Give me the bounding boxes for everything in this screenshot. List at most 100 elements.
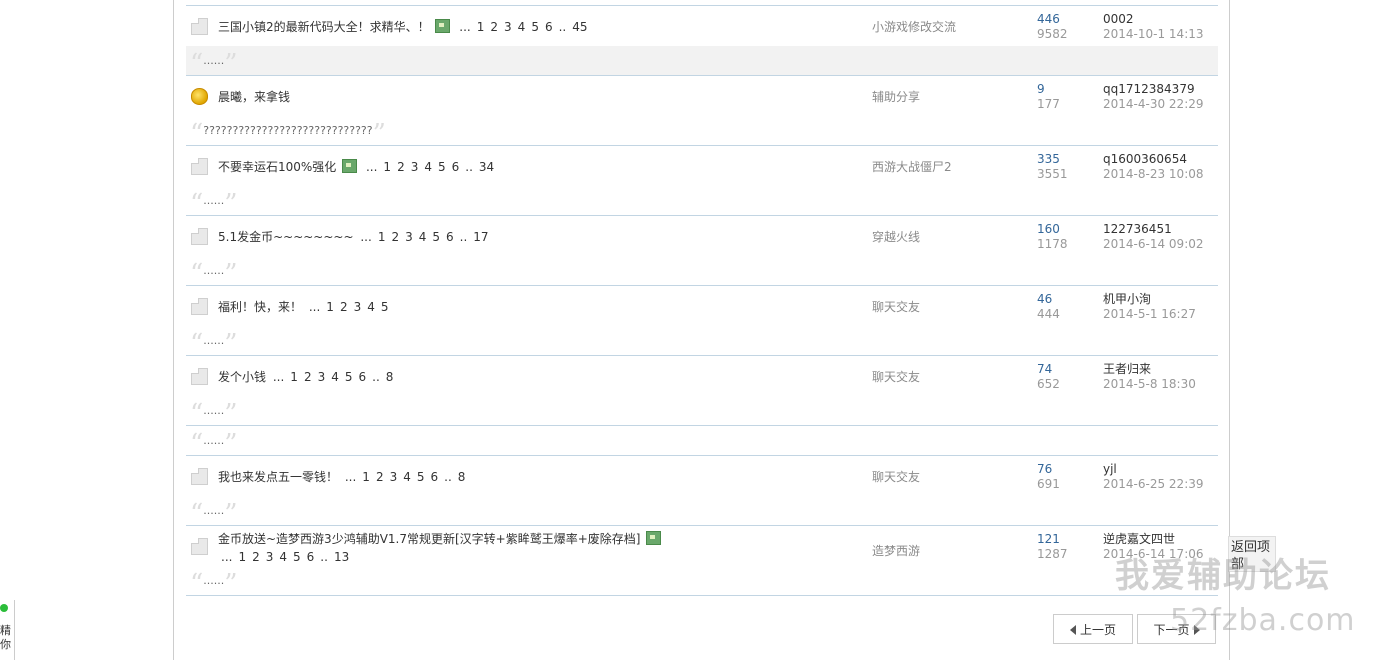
last-post-user[interactable]: 逆虎嘉文四世 xyxy=(1103,532,1204,547)
thread-pages: ... 1 2 3 4 5 6.. 13 xyxy=(218,550,352,564)
forum-link[interactable]: 聊天交友 xyxy=(872,368,920,385)
page-ellipsis: .. xyxy=(558,20,567,34)
thread-title-cell: 福利！快，来！ ... 1 2 3 4 5 xyxy=(218,298,698,316)
thread-title-link[interactable]: 5.1发金币~~~~~~~~ xyxy=(218,230,354,244)
page-link[interactable]: 5 xyxy=(293,550,301,564)
page-link[interactable]: 4 xyxy=(279,550,287,564)
forum-link[interactable]: 聊天交友 xyxy=(872,298,920,315)
page-link[interactable]: 2 xyxy=(252,550,260,564)
page-link[interactable]: 5 xyxy=(345,370,353,384)
page-link[interactable]: 8 xyxy=(458,470,466,484)
page-link[interactable]: 6 xyxy=(452,160,460,174)
forum-link[interactable]: 辅助分享 xyxy=(872,88,920,105)
view-count: 444 xyxy=(1037,307,1060,321)
reply-count[interactable]: 9 xyxy=(1037,82,1060,97)
reply-count[interactable]: 121 xyxy=(1037,532,1068,547)
page-link[interactable]: 1 xyxy=(477,20,485,34)
thread-title-link[interactable]: 福利！快，来！ xyxy=(218,300,302,314)
reply-count[interactable]: 446 xyxy=(1037,12,1068,27)
page-link[interactable]: 6 xyxy=(446,230,454,244)
page-link[interactable]: 1 xyxy=(383,160,391,174)
last-post-user[interactable]: q1600360654 xyxy=(1103,152,1204,167)
page-link[interactable]: 4 xyxy=(367,300,375,314)
page-link[interactable]: 4 xyxy=(419,230,427,244)
thread-title-link[interactable]: 不要幸运石100%强化 xyxy=(218,160,336,174)
page-link[interactable]: 5 xyxy=(381,300,389,314)
page-link[interactable]: 6 xyxy=(545,20,553,34)
last-post-time[interactable]: 2014-8-23 10:08 xyxy=(1103,167,1204,182)
page-link[interactable]: 8 xyxy=(386,370,394,384)
last-post-time[interactable]: 2014-10-1 14:13 xyxy=(1103,27,1204,42)
page-link[interactable]: 1 xyxy=(326,300,334,314)
side-chat-widget[interactable]: 精你 xyxy=(0,600,15,660)
forum-link[interactable]: 小游戏修改交流 xyxy=(872,18,956,35)
reply-count[interactable]: 160 xyxy=(1037,222,1068,237)
page-link[interactable]: 3 xyxy=(318,370,326,384)
last-post-user[interactable]: 0002 xyxy=(1103,12,1204,27)
page-link[interactable]: 5 xyxy=(438,160,446,174)
page-link[interactable]: 3 xyxy=(504,20,512,34)
page-link[interactable]: 2 xyxy=(391,230,399,244)
thread-row: 福利！快，来！ ... 1 2 3 4 5 聊天交友 46 444 机甲小洵 2014-5-1 16… xyxy=(186,286,1218,357)
page-link[interactable]: 13 xyxy=(334,550,349,564)
thread-title-link[interactable]: 发个小钱 xyxy=(218,370,266,384)
preview-quote: “......” xyxy=(190,331,238,357)
page-link[interactable]: 6 xyxy=(359,370,367,384)
page-link[interactable]: 2 xyxy=(376,470,384,484)
page-link[interactable]: 5 xyxy=(417,470,425,484)
forum-link[interactable]: 穿越火线 xyxy=(872,228,920,245)
thread-stats: 446 9582 xyxy=(1037,12,1068,42)
last-post-time[interactable]: 2014-5-8 18:30 xyxy=(1103,377,1196,392)
page-link[interactable]: 4 xyxy=(518,20,526,34)
last-post-time[interactable]: 2014-4-30 22:29 xyxy=(1103,97,1204,112)
prev-page-button[interactable]: 上一页 xyxy=(1053,614,1133,644)
reply-count[interactable]: 335 xyxy=(1037,152,1068,167)
last-post-time[interactable]: 2014-6-25 22:39 xyxy=(1103,477,1204,492)
thread-row: 金币放送~造梦西游3少鸿辅助V1.7常规更新[汉字转+紫眸鹫王爆率+废除存档] … xyxy=(186,526,1218,599)
page-link[interactable]: 45 xyxy=(572,20,587,34)
last-post-user[interactable]: 机甲小洵 xyxy=(1103,292,1196,307)
page-link[interactable]: 34 xyxy=(479,160,494,174)
page-link[interactable]: 2 xyxy=(340,300,348,314)
page-link[interactable]: 4 xyxy=(331,370,339,384)
last-post-time[interactable]: 2014-6-14 09:02 xyxy=(1103,237,1204,252)
page-link[interactable]: 3 xyxy=(390,470,398,484)
page-link[interactable]: 6 xyxy=(431,470,439,484)
thread-title-cell: 金币放送~造梦西游3少鸿辅助V1.7常规更新[汉字转+紫眸鹫王爆率+废除存档] … xyxy=(218,530,698,566)
last-post-user[interactable]: yjl xyxy=(1103,462,1204,477)
page-link[interactable]: 5 xyxy=(531,20,539,34)
last-post-time[interactable]: 2014-5-1 16:27 xyxy=(1103,307,1196,322)
last-post-user[interactable]: 122736451 xyxy=(1103,222,1204,237)
thread-title-link[interactable]: 晨曦，来拿钱 xyxy=(218,90,290,104)
thread-title-link[interactable]: 三国小镇2的最新代码大全！求精华、！ xyxy=(218,20,430,34)
last-post-user[interactable]: 王者归来 xyxy=(1103,362,1196,377)
page-link[interactable]: 1 xyxy=(238,550,246,564)
page-link[interactable]: 2 xyxy=(304,370,312,384)
page-link[interactable]: 4 xyxy=(403,470,411,484)
page-link[interactable]: 5 xyxy=(432,230,440,244)
forum-link[interactable]: 聊天交友 xyxy=(872,468,920,485)
page-link[interactable]: 3 xyxy=(405,230,413,244)
page-ellipsis: ... xyxy=(360,230,372,244)
forum-link[interactable]: 造梦西游 xyxy=(872,542,920,559)
last-post-user[interactable]: qq1712384379 xyxy=(1103,82,1204,97)
page-link[interactable]: 1 xyxy=(290,370,298,384)
forum-link[interactable]: 西游大战僵尸2 xyxy=(872,158,952,175)
page-link[interactable]: 2 xyxy=(397,160,405,174)
page-link[interactable]: 1 xyxy=(362,470,370,484)
page-ellipsis: .. xyxy=(444,470,452,484)
page-link[interactable]: 4 xyxy=(424,160,432,174)
reply-count[interactable]: 74 xyxy=(1037,362,1060,377)
reply-count[interactable]: 46 xyxy=(1037,292,1060,307)
page-link[interactable]: 1 xyxy=(378,230,386,244)
thread-title-link[interactable]: 金币放送~造梦西游3少鸿辅助V1.7常规更新[汉字转+紫眸鹫王爆率+废除存档] xyxy=(218,532,640,546)
page-link[interactable]: 3 xyxy=(266,550,274,564)
page-link[interactable]: 2 xyxy=(490,20,498,34)
page-link[interactable]: 3 xyxy=(411,160,419,174)
close-quote-icon: ” xyxy=(224,569,238,599)
page-link[interactable]: 6 xyxy=(307,550,315,564)
page-link[interactable]: 3 xyxy=(354,300,362,314)
page-link[interactable]: 17 xyxy=(473,230,488,244)
reply-count[interactable]: 76 xyxy=(1037,462,1060,477)
thread-title-link[interactable]: 我也来发点五一零钱！ xyxy=(218,470,338,484)
